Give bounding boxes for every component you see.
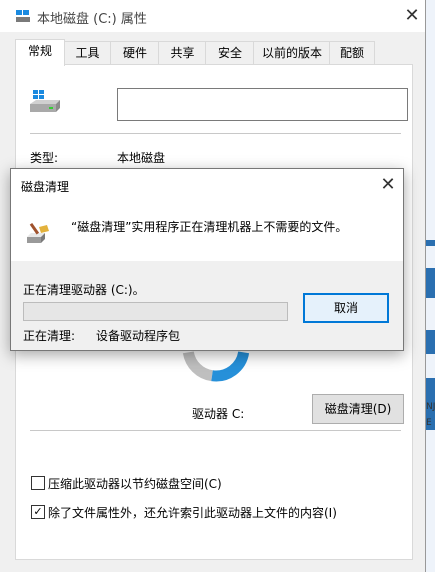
dialog-close-button[interactable]: ✕ xyxy=(377,175,399,195)
background-edge-text-2: E xyxy=(426,418,432,428)
index-checkbox-label: 除了文件属性外，还允许索引此驱动器上文件的内容(I) xyxy=(48,506,337,520)
background-edge-text-1: NJ xyxy=(426,402,435,412)
disk-cleanup-icon xyxy=(27,222,49,243)
disk-cleanup-dialog: 磁盘清理 ✕ “磁盘清理”实用程序正在清理机器上不需要的文件。 正在清理驱动器 … xyxy=(10,168,404,351)
tab-previous-versions[interactable]: 以前的版本 xyxy=(253,41,331,64)
dialog-title-bar: 磁盘清理 ✕ xyxy=(11,169,403,201)
drive-name-input[interactable] xyxy=(117,88,408,121)
cancel-button[interactable]: 取消 xyxy=(303,293,389,323)
index-checkbox[interactable]: ✓ xyxy=(31,505,45,519)
type-value: 本地磁盘 xyxy=(117,151,166,165)
type-label: 类型: xyxy=(30,151,59,165)
compress-checkbox[interactable] xyxy=(31,476,45,490)
dialog-title: 磁盘清理 xyxy=(21,180,70,194)
disk-cleanup-button[interactable]: 磁盘清理(D) xyxy=(312,394,404,424)
close-button[interactable]: ✕ xyxy=(400,6,424,26)
donut-free-arc xyxy=(182,351,214,382)
tab-sharing[interactable]: 共享 xyxy=(158,41,207,64)
drive-label: 驱动器 C: xyxy=(192,407,245,421)
local-disk-icon xyxy=(30,90,60,112)
tab-security[interactable]: 安全 xyxy=(205,41,255,64)
tab-general[interactable]: 常规 xyxy=(15,39,65,66)
cleaning-label: 正在清理: xyxy=(23,329,76,343)
compress-checkbox-label: 压缩此驱动器以节约磁盘空间(C) xyxy=(48,477,222,491)
status-line: 正在清理驱动器 (C:)。 xyxy=(23,283,145,297)
donut-used-arc xyxy=(211,351,250,382)
window-title: 本地磁盘 (C:) 属性 xyxy=(37,12,147,27)
tab-tools[interactable]: 工具 xyxy=(63,41,112,64)
divider-bottom xyxy=(30,430,401,431)
cleanup-progress-bar xyxy=(23,302,288,321)
dialog-message: “磁盘清理”实用程序正在清理机器上不需要的文件。 xyxy=(71,220,348,234)
background-window-strip xyxy=(425,0,435,572)
title-bar: 本地磁盘 (C:) 属性 ✕ xyxy=(0,0,425,32)
divider xyxy=(30,133,401,134)
drive-icon xyxy=(16,10,30,22)
tab-quota[interactable]: 配额 xyxy=(329,41,375,64)
tab-hardware[interactable]: 硬件 xyxy=(110,41,160,64)
cleaning-item: 设备驱动程序包 xyxy=(96,329,181,343)
